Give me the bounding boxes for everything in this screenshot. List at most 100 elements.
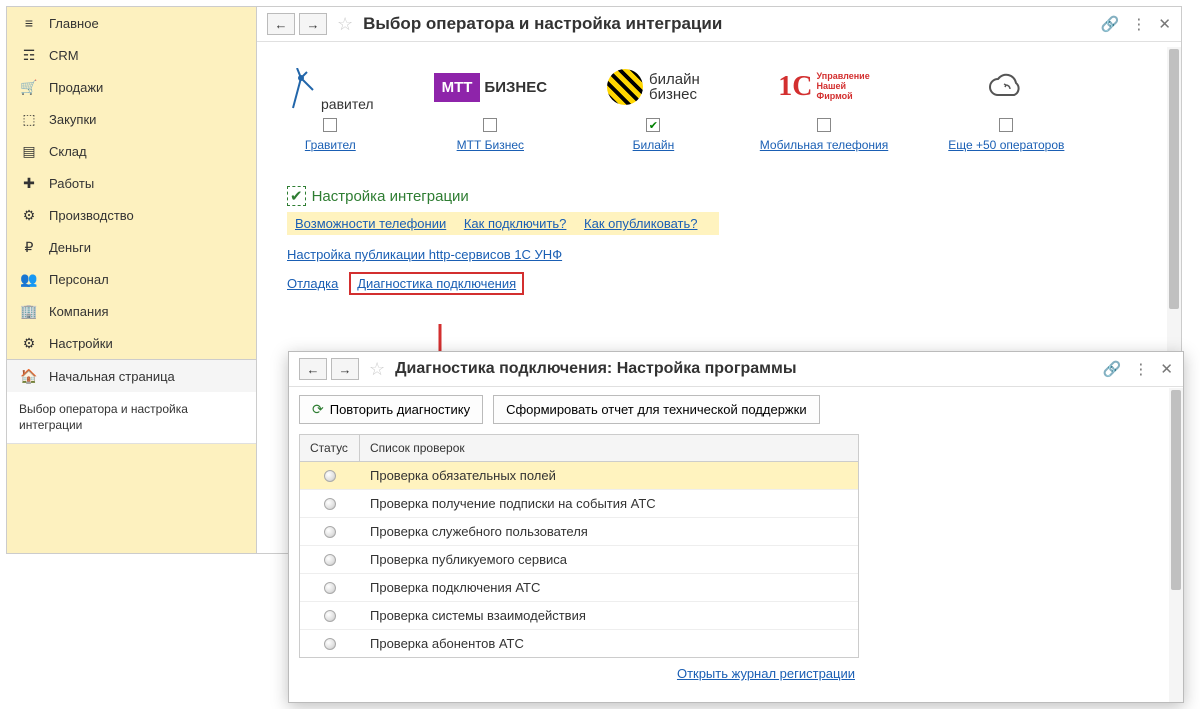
more-icon[interactable]: ⋮ <box>1131 15 1146 33</box>
status-dot-icon <box>324 470 336 482</box>
link-icon[interactable]: 🔗 <box>1103 360 1122 378</box>
scrollbar-thumb[interactable] <box>1171 390 1181 590</box>
operator-checkbox[interactable] <box>323 118 337 132</box>
dialog-footer: Открыть журнал регистрации <box>299 658 859 681</box>
operator-checkbox[interactable] <box>483 118 497 132</box>
operator-link[interactable]: Гравител <box>305 138 356 152</box>
status-cell <box>300 632 360 656</box>
main-toolbar: ← → ☆ Выбор оператора и настройка интегр… <box>257 7 1181 42</box>
open-log-link[interactable]: Открыть журнал регистрации <box>677 666 855 681</box>
onec-text: УправлениеНашейФирмой <box>817 72 870 102</box>
nav-back-button[interactable]: ← <box>299 358 327 380</box>
sidebar-item-label: Склад <box>49 144 87 159</box>
help-links-bar: Возможности телефонии Как подключить? Ка… <box>287 212 719 235</box>
link-diagnostic[interactable]: Диагностика подключения <box>357 276 516 291</box>
repeat-diagnostic-button[interactable]: ⟳Повторить диагностику <box>299 395 483 424</box>
link-row: Отладка Диагностика подключения <box>287 272 1151 295</box>
sidebar-item-purchases[interactable]: ⬚Закупки <box>7 103 256 135</box>
nav-forward-button[interactable]: → <box>331 358 359 380</box>
scrollbar[interactable] <box>1169 388 1183 702</box>
factory-icon: ⚙ <box>19 207 39 223</box>
sidebar-home-label: Начальная страница <box>49 369 175 384</box>
nav-back-button[interactable]: ← <box>267 13 295 35</box>
link-telephony-features[interactable]: Возможности телефонии <box>295 216 446 231</box>
check-name: Проверка абонентов АТС <box>360 630 858 657</box>
operator-checkbox[interactable] <box>999 118 1013 132</box>
sidebar-item-settings[interactable]: ⚙Настройки <box>7 327 256 359</box>
operator-checkbox[interactable] <box>646 118 660 132</box>
nav-forward-button[interactable]: → <box>299 13 327 35</box>
link-how-to-publish[interactable]: Как опубликовать? <box>584 216 697 231</box>
sidebar-item-label: Продажи <box>49 80 103 95</box>
table-row[interactable]: Проверка обязательных полей <box>300 462 858 490</box>
sidebar-item-production[interactable]: ⚙Производство <box>7 199 256 231</box>
generate-report-button[interactable]: Сформировать отчет для технической подде… <box>493 395 820 424</box>
dialog-body: ⟳Повторить диагностику Сформировать отче… <box>289 387 1183 702</box>
check-name: Проверка публикуемого сервиса <box>360 546 858 573</box>
money-icon: ₽ <box>19 239 39 255</box>
operator-checkbox[interactable] <box>817 118 831 132</box>
gear-icon: ⚙ <box>19 335 39 351</box>
favorite-star-icon[interactable]: ☆ <box>337 14 353 35</box>
close-icon[interactable]: ✕ <box>1160 360 1173 378</box>
toolbar-right: 🔗 ⋮ ✕ <box>1103 360 1173 378</box>
mtt-suffix: БИЗНЕС <box>484 79 547 96</box>
link-icon[interactable]: 🔗 <box>1101 15 1120 33</box>
settings-header: ✔ Настройка интеграции <box>287 186 1151 206</box>
company-icon: 🏢 <box>19 303 39 319</box>
logo-text: равител <box>321 96 374 112</box>
toolbar-right: 🔗 ⋮ ✕ <box>1101 15 1171 33</box>
table-row[interactable]: Проверка подключения АТС <box>300 574 858 602</box>
button-label: Повторить диагностику <box>330 402 470 417</box>
table-row[interactable]: Проверка служебного пользователя <box>300 518 858 546</box>
button-label: Сформировать отчет для технической подде… <box>506 402 807 417</box>
crm-icon: ☶ <box>19 47 39 63</box>
sidebar-item-label: Закупки <box>49 112 96 127</box>
link-http-services[interactable]: Настройка публикации http-сервисов 1С УН… <box>287 247 562 262</box>
sidebar-item-crm[interactable]: ☶CRM <box>7 39 256 71</box>
status-dot-icon <box>324 638 336 650</box>
sidebar-item-main[interactable]: ≡Главное <box>7 7 256 39</box>
sidebar-home[interactable]: 🏠 Начальная страница <box>7 360 256 392</box>
operator-link[interactable]: Билайн <box>633 138 675 152</box>
home-icon: 🏠 <box>19 368 39 384</box>
link-how-to-connect[interactable]: Как подключить? <box>464 216 567 231</box>
favorite-star-icon[interactable]: ☆ <box>369 359 385 380</box>
table-row[interactable]: Проверка абонентов АТС <box>300 630 858 657</box>
operator-link[interactable]: Мобильная телефония <box>760 138 888 152</box>
sidebar-item-personnel[interactable]: 👥Персонал <box>7 263 256 295</box>
sidebar-item-works[interactable]: ✚ Работы <box>7 167 256 199</box>
sidebar-item-label: Деньги <box>49 240 91 255</box>
sidebar-item-company[interactable]: 🏢Компания <box>7 295 256 327</box>
link-debug[interactable]: Отладка <box>287 276 338 291</box>
sidebar-item-sales[interactable]: 🛒Продажи <box>7 71 256 103</box>
table-row[interactable]: Проверка системы взаимодействия <box>300 602 858 630</box>
table-header: Статус Список проверок <box>300 435 858 462</box>
operator-link[interactable]: МТТ Бизнес <box>457 138 524 152</box>
column-checks: Список проверок <box>360 435 858 461</box>
sidebar-item-warehouse[interactable]: ▤Склад <box>7 135 256 167</box>
sidebar-item-money[interactable]: ₽ Деньги <box>7 231 256 263</box>
check-name: Проверка подключения АТС <box>360 574 858 601</box>
sidebar-item-label: Работы <box>49 176 94 191</box>
close-icon[interactable]: ✕ <box>1158 15 1171 33</box>
operator-more: Еще +50 операторов <box>948 62 1064 152</box>
wrench-icon: ✚ <box>19 175 39 191</box>
table-row[interactable]: Проверка публикуемого сервиса <box>300 546 858 574</box>
scrollbar-thumb[interactable] <box>1169 49 1179 309</box>
checkbox-green-icon: ✔ <box>287 186 306 206</box>
people-icon: 👥 <box>19 271 39 287</box>
dialog-toolbar: ← → ☆ Диагностика подключения: Настройка… <box>289 352 1183 387</box>
operator-logo: билайнбизнес <box>607 62 700 112</box>
status-cell <box>300 520 360 544</box>
more-icon[interactable]: ⋮ <box>1133 360 1148 378</box>
operator-logo: МТТ БИЗНЕС <box>434 62 547 112</box>
check-name: Проверка обязательных полей <box>360 462 858 489</box>
operator-link[interactable]: Еще +50 операторов <box>948 138 1064 152</box>
sidebar: ≡Главное ☶CRM 🛒Продажи ⬚Закупки ▤Склад ✚… <box>7 7 257 553</box>
status-dot-icon <box>324 554 336 566</box>
table-row[interactable]: Проверка получение подписки на события А… <box>300 490 858 518</box>
checks-table: Статус Список проверок Проверка обязател… <box>299 434 859 658</box>
status-dot-icon <box>324 526 336 538</box>
status-dot-icon <box>324 582 336 594</box>
